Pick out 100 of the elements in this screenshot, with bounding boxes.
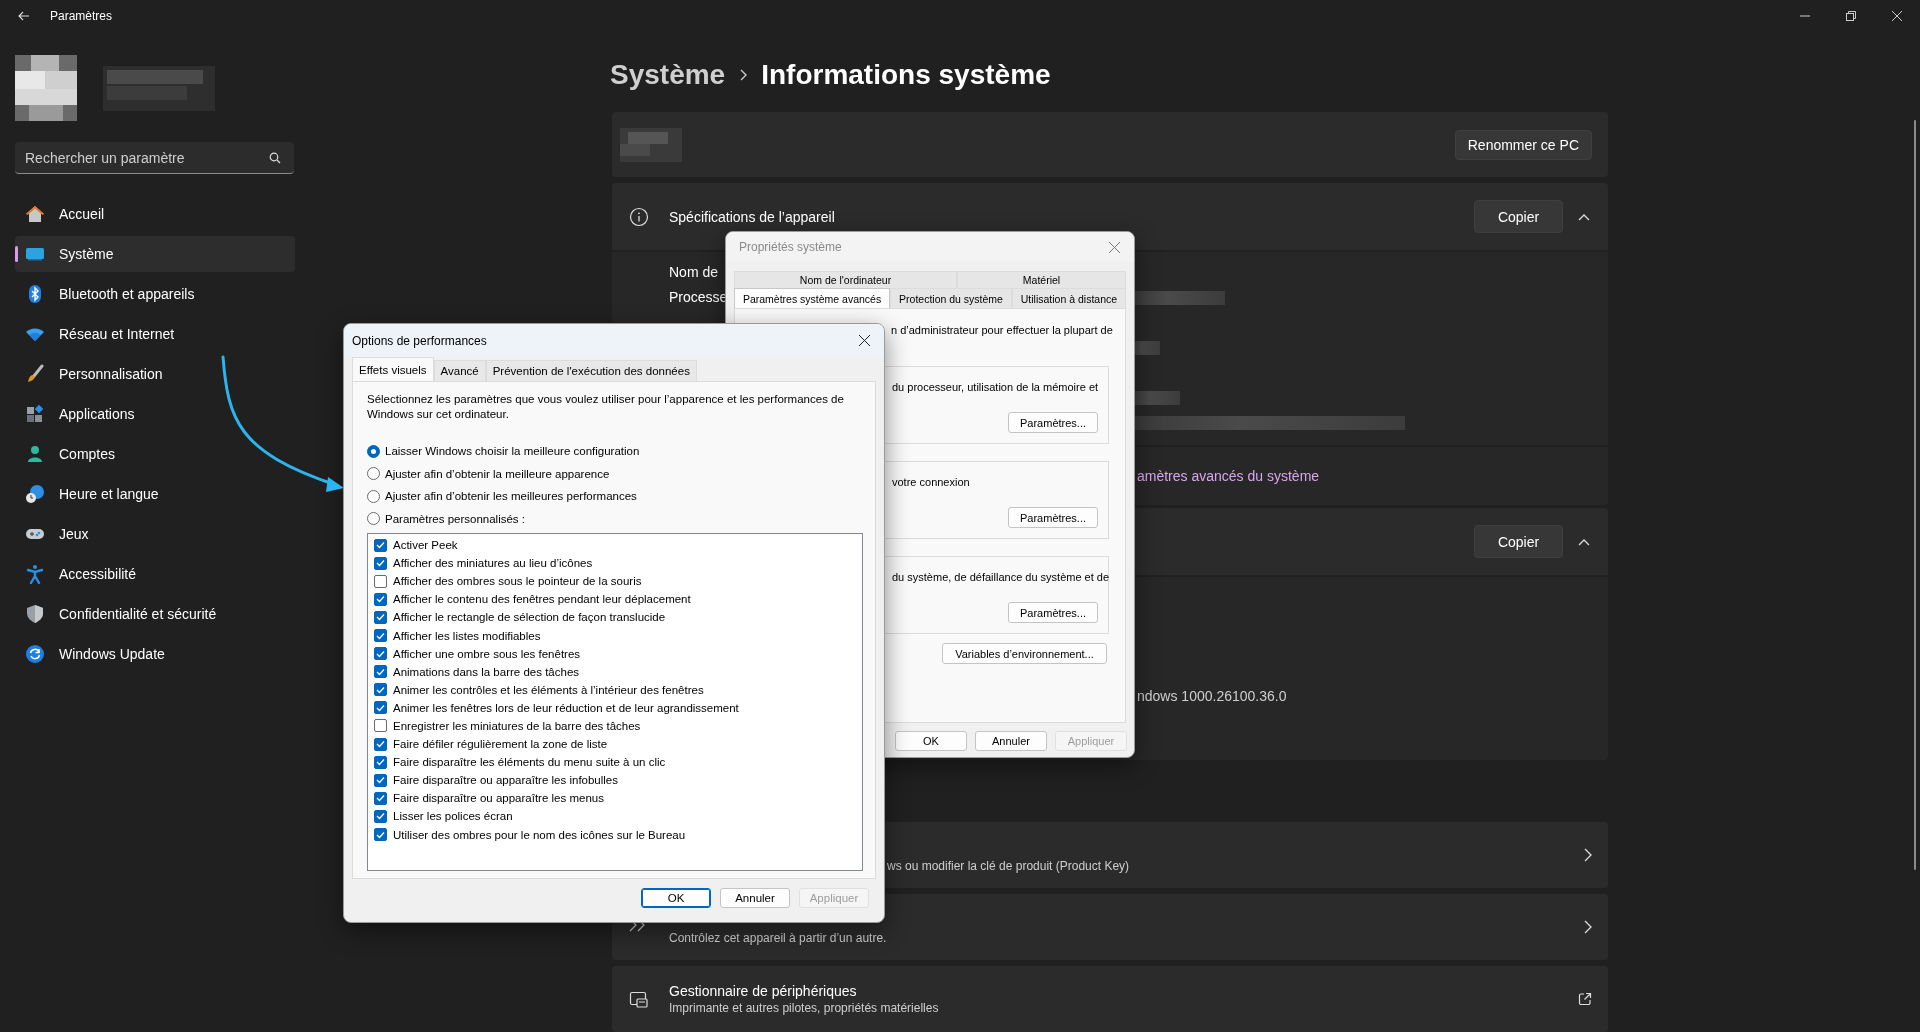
group-description: votre connexion <box>892 475 970 490</box>
accessibility-icon <box>25 564 45 584</box>
tab[interactable]: Nom de l'ordinateur <box>734 271 957 288</box>
device-manager-icon <box>629 990 649 1010</box>
checkbox-label: Afficher des ombres sous le pointeur de la souris <box>393 575 642 588</box>
shield-icon <box>25 604 45 624</box>
nav-item[interactable]: Windows Update <box>15 636 295 672</box>
nav-item[interactable]: Accueil <box>15 196 295 232</box>
radio-button[interactable] <box>367 512 380 526</box>
settings-link-card[interactable]: Gestionnaire de périphériques Imprimante et autres pilotes, propriétés matérielles <box>612 966 1608 1032</box>
checkbox-label: Faire disparaître ou apparaître les infobulles <box>393 774 618 787</box>
back-arrow-icon[interactable] <box>18 11 30 21</box>
checkbox[interactable] <box>374 665 387 679</box>
nav-item[interactable]: Jeux <box>15 516 295 552</box>
checkbox[interactable] <box>374 755 387 769</box>
tab[interactable]: Matériel <box>957 271 1126 288</box>
chevron-icon <box>1578 212 1590 221</box>
dialog-button[interactable]: OK <box>895 731 967 751</box>
checkbox[interactable] <box>374 647 387 661</box>
info-text: n d’administrateur pour effectuer la plupart de <box>891 323 1113 338</box>
pixelated-text <box>620 127 682 162</box>
tab[interactable]: Protection du système <box>890 288 1012 308</box>
breadcrumb-link[interactable]: Système <box>610 59 726 91</box>
rename-button[interactable]: Renommer ce PC <box>1454 129 1592 160</box>
checkbox-label: Faire disparaître ou apparaître les menus <box>393 792 604 805</box>
group-description: du système, de défaillance du système et de <box>892 570 1110 585</box>
close-icon <box>858 335 870 346</box>
settings-button[interactable]: Paramètres... <box>1008 412 1098 433</box>
checkbox[interactable] <box>374 592 387 606</box>
nav-item[interactable]: Confidentialité et sécurité <box>15 596 295 632</box>
checkbox-label: Afficher une ombre sous les fenêtres <box>393 647 581 660</box>
checkbox-label: Animations dans la barre des tâches <box>393 665 580 678</box>
settings-button[interactable]: Paramètres... <box>1008 602 1098 623</box>
checkbox-label: Activer Peek <box>393 539 458 552</box>
checkbox[interactable] <box>374 773 387 787</box>
radio-button[interactable] <box>367 467 380 481</box>
brush-icon <box>25 364 45 384</box>
link-description: ws ou modifier la clé de produit (Product Key) <box>887 859 1130 873</box>
description-text: Sélectionnez les paramètres que vous voulez utiliser pour l’apparence et les performances de Windows sur cet ordinateur. <box>367 392 845 422</box>
restore-icon <box>1846 11 1856 21</box>
info-icon <box>629 206 649 227</box>
advanced-settings-link[interactable]: amètres avancés du système <box>1137 468 1320 484</box>
radio-button[interactable] <box>367 444 380 458</box>
apps-icon <box>25 404 45 424</box>
checkbox[interactable] <box>374 683 387 697</box>
checkbox-label: Afficher le rectangle de sélection de façon translucide <box>393 611 666 624</box>
checkbox[interactable] <box>374 737 387 751</box>
window-title: Paramètres <box>50 9 113 23</box>
nav-item[interactable]: Réseau et Internet <box>15 316 295 352</box>
checkbox-label: Afficher les listes modifiables <box>393 629 541 642</box>
chevron-right-icon <box>1584 920 1592 934</box>
link-description: Imprimante et autres pilotes, propriétés matérielles <box>669 1001 939 1015</box>
scrollbar[interactable] <box>1914 120 1916 870</box>
checkbox-label: Afficher le contenu des fenêtres pendant leur déplacement <box>393 593 691 606</box>
dialog-button[interactable]: Annuler <box>975 731 1047 751</box>
checkbox-label: Animer les contrôles et les éléments à l’intérieur des fenêtres <box>393 683 704 696</box>
checkbox[interactable] <box>374 610 387 624</box>
link-title: Gestionnaire de périphériques <box>669 983 857 1001</box>
radio-button[interactable] <box>367 489 380 503</box>
copy-button[interactable]: Copier <box>1474 525 1563 558</box>
tab[interactable]: Paramètres système avancés <box>734 288 891 308</box>
dialog-button[interactable]: OK <box>641 888 711 908</box>
person-icon <box>25 444 45 464</box>
tab[interactable]: Avancé <box>433 360 486 381</box>
tab[interactable]: Effets visuels <box>352 357 434 381</box>
option-label: Ajuster afin d’obtenir les meilleures performances <box>385 490 637 503</box>
checkbox[interactable] <box>374 809 387 823</box>
dialog-button[interactable]: Annuler <box>720 888 790 908</box>
option-label: Ajuster afin d’obtenir la meilleure apparence <box>385 467 610 480</box>
tab[interactable]: Prévention de l'exécution des données <box>485 360 697 381</box>
nav-item[interactable]: Bluetooth et appareils <box>15 276 295 312</box>
search-field[interactable]: Rechercher un paramètre <box>15 142 294 174</box>
dialog-title: Options de performances <box>352 333 487 348</box>
chevron-right-icon <box>739 69 748 81</box>
environment-variables-button[interactable]: Variables d’environnement... <box>942 643 1107 664</box>
nav-item[interactable]: Système <box>15 236 295 272</box>
checkbox[interactable] <box>374 574 387 588</box>
checkbox[interactable] <box>374 791 387 805</box>
checkbox[interactable] <box>374 719 387 733</box>
checkbox[interactable] <box>374 556 387 570</box>
checkbox-label: Faire défiler régulièrement la zone de liste <box>393 738 608 751</box>
globe-clock-icon <box>25 484 45 504</box>
checkbox-label: Faire disparaître les éléments du menu suite à un clic <box>393 756 666 769</box>
nav-item[interactable]: Comptes <box>15 436 295 472</box>
close-icon <box>1892 11 1902 21</box>
settings-button[interactable]: Paramètres... <box>1008 507 1098 528</box>
nav-item[interactable]: Personnalisation <box>15 356 295 392</box>
checkbox[interactable] <box>374 828 387 842</box>
nav-item[interactable]: Heure et langue <box>15 476 295 512</box>
nav-item[interactable]: Accessibilité <box>15 556 295 592</box>
tab[interactable]: Utilisation à distance <box>1011 288 1126 308</box>
checkbox[interactable] <box>374 701 387 715</box>
checkbox-label: Lisser les polices écran <box>393 810 513 823</box>
checkbox-label: Animer les fenêtres lors de leur réduction et de leur agrandissement <box>393 701 739 714</box>
checkbox[interactable] <box>374 538 387 552</box>
chevron-icon <box>1578 537 1590 546</box>
copy-button[interactable]: Copier <box>1474 200 1563 233</box>
checkbox[interactable] <box>374 629 387 642</box>
nav-item[interactable]: Applications <box>15 396 295 432</box>
external-link-icon <box>1578 992 1592 1006</box>
